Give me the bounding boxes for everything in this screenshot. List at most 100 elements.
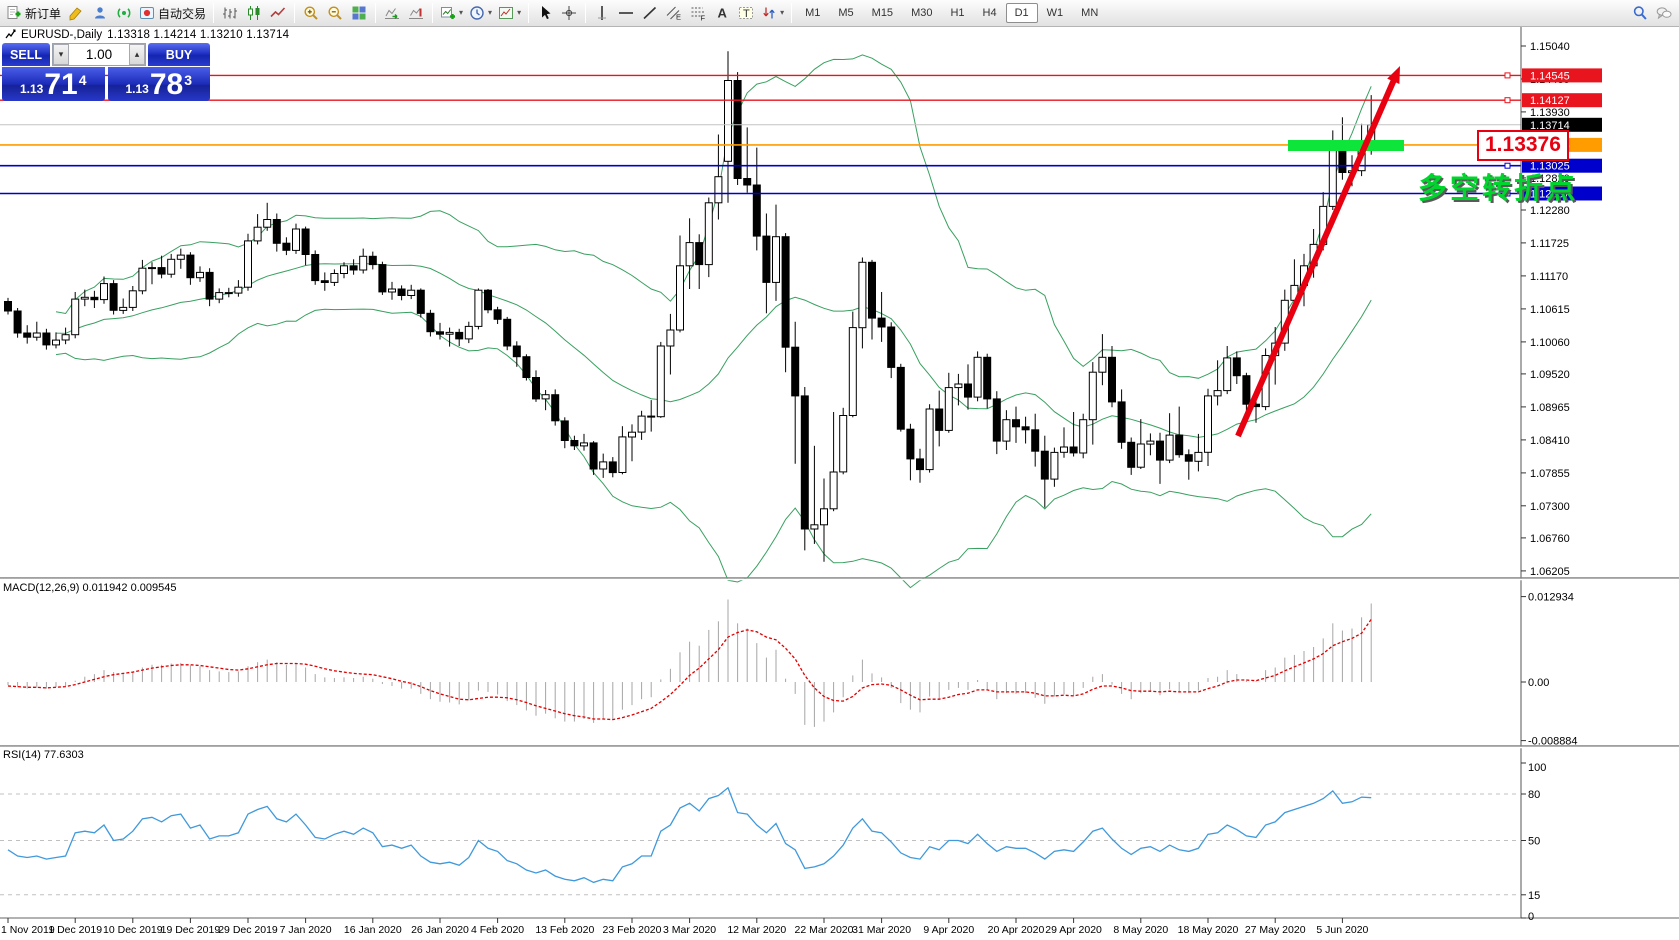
svg-text:1 Nov 2019: 1 Nov 2019 xyxy=(1,924,55,936)
support-highlight-bar[interactable] xyxy=(1288,140,1404,151)
trendline-button[interactable] xyxy=(638,2,662,24)
bar-chart-button[interactable] xyxy=(218,2,242,24)
svg-text:1.14545: 1.14545 xyxy=(1530,70,1570,82)
sell-price-display[interactable]: 1.13 71 4 xyxy=(2,67,105,101)
timeframe-H1[interactable]: H1 xyxy=(941,3,973,23)
timeframe-M15[interactable]: M15 xyxy=(863,3,902,23)
tile-windows-button[interactable] xyxy=(347,2,371,24)
buy-price-display[interactable]: 1.13 78 3 xyxy=(108,67,211,101)
toolbar-separator xyxy=(585,3,586,23)
new-order-icon xyxy=(6,5,22,21)
crosshair-button[interactable] xyxy=(557,2,581,24)
price-callout-label[interactable]: 1.13376 xyxy=(1477,130,1569,161)
chat-button[interactable] xyxy=(1652,2,1676,24)
indicators-icon xyxy=(440,5,456,21)
horizontal-line-button[interactable] xyxy=(614,2,638,24)
panel-frames xyxy=(0,27,1679,918)
zoom-out-button[interactable] xyxy=(323,2,347,24)
equidistant-channel-button[interactable]: E xyxy=(662,2,686,24)
line-chart-button[interactable] xyxy=(266,2,290,24)
dropdown-arrow-icon: ▾ xyxy=(517,9,521,17)
turning-point-note[interactable]: 多空转折点 xyxy=(1418,165,1578,207)
timeframe-H4[interactable]: H4 xyxy=(974,3,1006,23)
volume-input[interactable] xyxy=(69,44,129,65)
timeframe-MN[interactable]: MN xyxy=(1072,3,1107,23)
price-axis[interactable]: 1.150401.144851.139301.128201.122801.117… xyxy=(1521,41,1602,578)
svg-text:0: 0 xyxy=(1528,911,1534,923)
buy-price-pip: 3 xyxy=(184,69,192,88)
zoom-in-button[interactable] xyxy=(299,2,323,24)
svg-text:4 Feb 2020: 4 Feb 2020 xyxy=(471,924,524,936)
svg-text:29 Apr 2020: 29 Apr 2020 xyxy=(1045,924,1102,936)
svg-text:0.00: 0.00 xyxy=(1528,677,1549,689)
community-icon xyxy=(92,5,108,21)
templates-button[interactable]: ▾ xyxy=(495,2,524,24)
indicators-button[interactable]: ▾ xyxy=(437,2,466,24)
horizontal-line-objects[interactable] xyxy=(0,73,1521,196)
mt4-terminal: 新订单自动交易▾▾▾EFAT▾M1M5M15M30H1H4D1W1MN 1.15… xyxy=(0,0,1679,940)
svg-text:1.15040: 1.15040 xyxy=(1530,41,1570,53)
fibonacci-icon: F xyxy=(690,5,706,21)
chart-symbol-label: EURUSD-,Daily xyxy=(21,29,102,41)
svg-text:100: 100 xyxy=(1528,762,1546,774)
text-icon: A xyxy=(714,5,730,21)
community-button[interactable] xyxy=(88,2,112,24)
svg-text:A: A xyxy=(718,6,728,21)
rsi-indicator-label: RSI(14) 77.6303 xyxy=(3,749,84,761)
svg-text:19 Dec 2019: 19 Dec 2019 xyxy=(161,924,221,936)
metaeditor-button[interactable] xyxy=(64,2,88,24)
macd-panel: 0.0129340.00-0.008884 xyxy=(8,592,1578,748)
hline-anchor[interactable] xyxy=(1505,98,1510,103)
timeframe-M1[interactable]: M1 xyxy=(796,3,829,23)
search-icon xyxy=(1632,5,1648,21)
svg-text:10 Dec 2019: 10 Dec 2019 xyxy=(103,924,163,936)
svg-text:31 Mar 2020: 31 Mar 2020 xyxy=(852,924,911,936)
autotrading-icon xyxy=(139,5,155,21)
fibonacci-button[interactable]: F xyxy=(686,2,710,24)
chevron-up-icon: ▴ xyxy=(135,49,140,60)
timeframe-W1[interactable]: W1 xyxy=(1038,3,1073,23)
annotation-objects[interactable] xyxy=(1238,66,1404,436)
buy-button[interactable]: BUY xyxy=(148,43,210,66)
volume-increase-button[interactable]: ▴ xyxy=(129,44,145,65)
timeframe-M5[interactable]: M5 xyxy=(829,3,862,23)
line-chart-icon xyxy=(270,5,286,21)
text-button[interactable]: A xyxy=(710,2,734,24)
vertical-line-button[interactable] xyxy=(590,2,614,24)
date-axis[interactable]: 1 Nov 20191 Dec 201910 Dec 201919 Dec 20… xyxy=(1,918,1369,936)
svg-text:8 May 2020: 8 May 2020 xyxy=(1113,924,1168,936)
signals-icon xyxy=(116,5,132,21)
svg-text:1 Dec 2019: 1 Dec 2019 xyxy=(48,924,102,936)
auto-scroll-button[interactable] xyxy=(380,2,404,24)
text-label-button[interactable]: T xyxy=(734,2,758,24)
search-button[interactable] xyxy=(1628,2,1652,24)
toolbar-right-icons xyxy=(1628,2,1676,24)
volume-stepper: ▾ ▴ xyxy=(52,43,146,66)
sell-button[interactable]: SELL xyxy=(2,43,50,66)
autotrading-button[interactable]: 自动交易 xyxy=(136,2,209,24)
arrows-button[interactable]: ▾ xyxy=(758,2,787,24)
svg-text:27 May 2020: 27 May 2020 xyxy=(1245,924,1306,936)
cursor-icon xyxy=(537,5,553,21)
dropdown-arrow-icon: ▾ xyxy=(780,9,784,17)
candlestick-chart-icon xyxy=(246,5,262,21)
timeframe-D1[interactable]: D1 xyxy=(1006,3,1038,23)
svg-text:1.13930: 1.13930 xyxy=(1530,107,1570,119)
periods-button[interactable]: ▾ xyxy=(466,2,495,24)
svg-text:7 Jan 2020: 7 Jan 2020 xyxy=(280,924,332,936)
svg-text:50: 50 xyxy=(1528,836,1540,848)
hline-anchor[interactable] xyxy=(1505,73,1510,78)
candlestick-chart-button[interactable] xyxy=(242,2,266,24)
svg-text:5 Jun 2020: 5 Jun 2020 xyxy=(1316,924,1368,936)
chart-shift-button[interactable] xyxy=(404,2,428,24)
timeframe-M30[interactable]: M30 xyxy=(902,3,941,23)
volume-decrease-button[interactable]: ▾ xyxy=(53,44,69,65)
signals-button[interactable] xyxy=(112,2,136,24)
candles xyxy=(5,51,1375,561)
price-chart: 1.150401.144851.139301.128201.122801.117… xyxy=(0,27,1679,940)
cursor-button[interactable] xyxy=(533,2,557,24)
crosshair-icon xyxy=(561,5,577,21)
new-order-button[interactable]: 新订单 xyxy=(3,2,64,24)
toolbar: 新订单自动交易▾▾▾EFAT▾M1M5M15M30H1H4D1W1MN xyxy=(0,0,1679,27)
svg-text:23 Feb 2020: 23 Feb 2020 xyxy=(603,924,662,936)
